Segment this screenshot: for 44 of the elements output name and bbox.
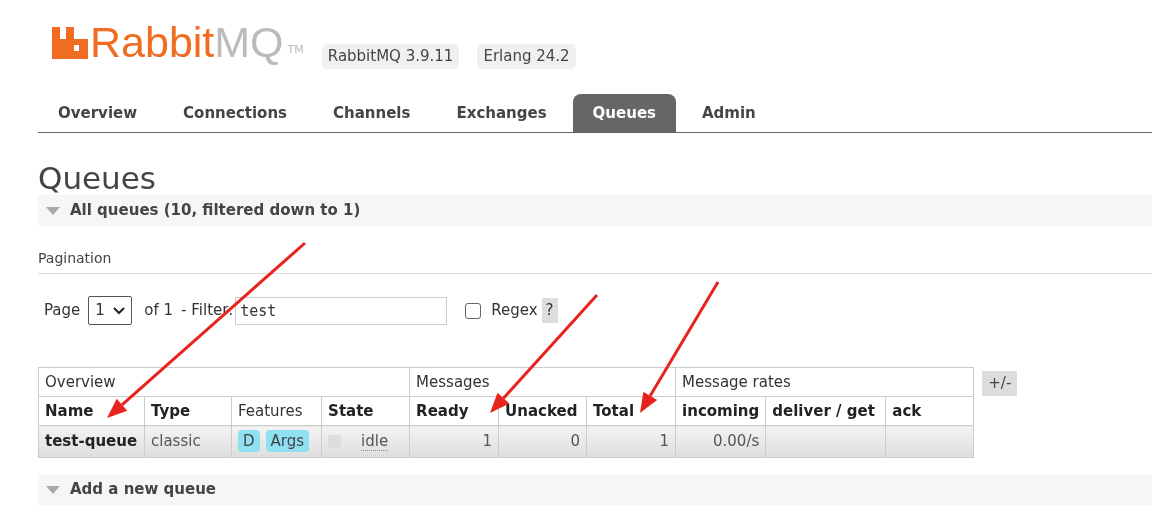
group-header: Message rates bbox=[675, 367, 974, 397]
chevron-down-icon bbox=[113, 306, 126, 315]
nav-tab[interactable]: Channels bbox=[313, 94, 431, 132]
nav-tab[interactable]: Exchanges bbox=[436, 94, 567, 132]
page-count-label: of 1 bbox=[144, 300, 174, 322]
page-select[interactable]: 1 bbox=[88, 296, 133, 325]
rabbit-logo-icon bbox=[52, 25, 88, 59]
nav-tab[interactable]: Queues bbox=[572, 94, 676, 132]
nav-tab[interactable]: Connections bbox=[163, 94, 308, 132]
regex-label: Regex bbox=[491, 300, 538, 322]
column-header: Features bbox=[231, 396, 322, 426]
regex-checkbox[interactable] bbox=[465, 302, 482, 319]
filter-field[interactable]: test bbox=[235, 296, 448, 325]
trademark-label: TM bbox=[287, 41, 304, 58]
feature-tag: Args bbox=[265, 430, 310, 453]
nav-tab[interactable]: Overview bbox=[38, 94, 158, 132]
logo-text: RabbitMQ bbox=[90, 20, 284, 64]
column-header[interactable]: ack bbox=[885, 396, 974, 426]
table-cell[interactable]: test-queue bbox=[38, 425, 145, 458]
column-header[interactable]: Type bbox=[144, 396, 232, 426]
table-cell: 0 bbox=[498, 425, 587, 458]
section-header[interactable]: Add a new queue bbox=[38, 474, 1152, 505]
group-header: Overview bbox=[38, 367, 410, 397]
section-header[interactable]: All queues (10, filtered down to 1) bbox=[38, 195, 1152, 226]
table-cell: 0.00/s bbox=[675, 425, 766, 458]
state-label: idle bbox=[361, 432, 389, 452]
group-header: Messages bbox=[409, 367, 676, 397]
column-toggle-button[interactable]: +/- bbox=[982, 371, 1018, 396]
table-cell: 1 bbox=[586, 425, 676, 458]
table-cell: 1 bbox=[409, 425, 499, 458]
column-header[interactable]: incoming bbox=[675, 396, 766, 426]
section-title: Add a new queue bbox=[70, 479, 217, 501]
section-title: All queues (10, filtered down to 1) bbox=[70, 200, 361, 222]
version-label: Erlang 24.2 bbox=[477, 44, 576, 69]
feature-tag: D bbox=[238, 430, 260, 453]
version-label: RabbitMQ 3.9.11 bbox=[321, 44, 460, 69]
help-button[interactable]: ? bbox=[541, 298, 558, 323]
page-title: Queues bbox=[38, 161, 157, 195]
pagination-heading: Pagination bbox=[38, 248, 1152, 274]
page-label: Page bbox=[44, 300, 81, 322]
nav-tab[interactable]: Admin bbox=[682, 94, 776, 132]
table-cell: classic bbox=[144, 425, 232, 458]
column-header[interactable]: deliver / get bbox=[765, 396, 886, 426]
column-header[interactable]: State bbox=[321, 396, 410, 426]
